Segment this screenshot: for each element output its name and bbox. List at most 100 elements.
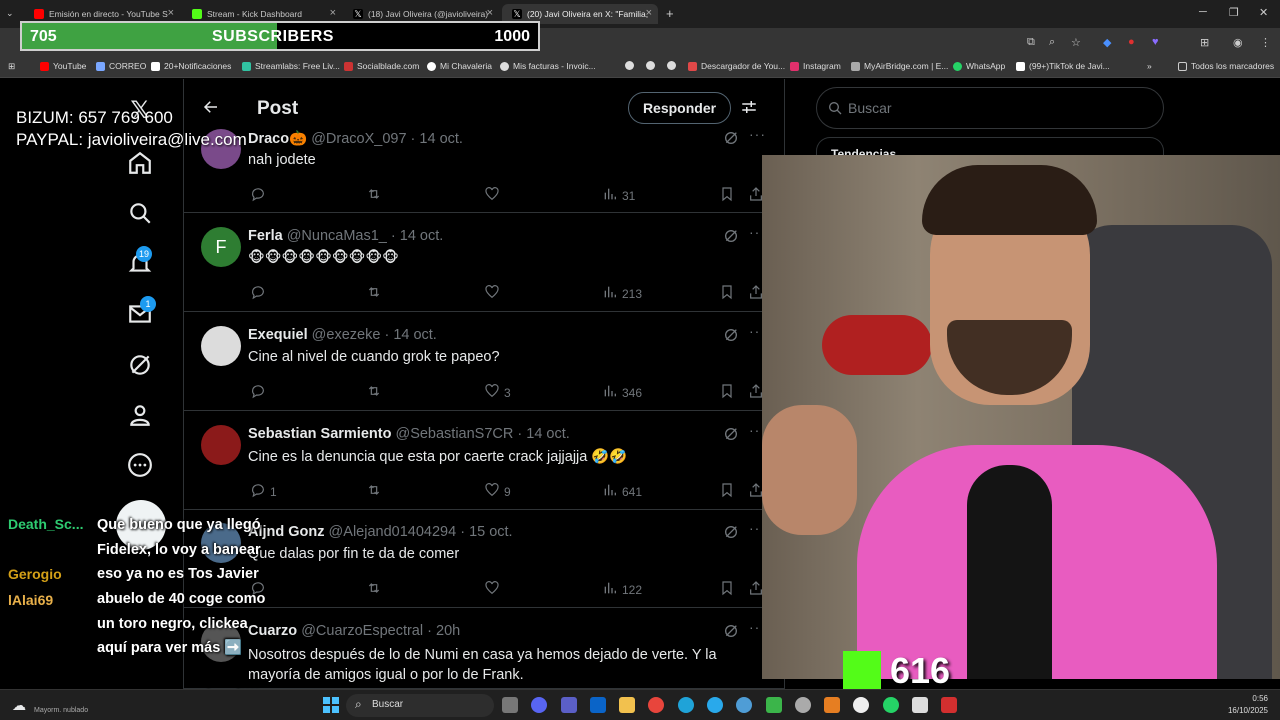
explore-search-icon[interactable] [127,200,153,226]
repost-action[interactable] [366,383,382,402]
tweet-author-name[interactable]: Exequiel [248,327,308,343]
tweet-date[interactable]: 14 oct. [526,426,570,442]
tab-search-icon[interactable]: ⌄ [6,8,14,19]
views-action[interactable]: 122 [602,580,642,599]
tweet[interactable]: Cuarzo @CuarzoEspectral · 20h Nosotros d… [184,609,784,689]
grok-icon[interactable] [723,524,739,540]
whatsapp-icon[interactable] [883,697,899,713]
app-icon[interactable] [824,697,840,713]
settings-gear-icon[interactable] [795,697,811,713]
grok-icon[interactable] [723,327,739,343]
like-action[interactable] [484,284,504,303]
tweet[interactable]: Draco🎃 @DracoX_097 · 14 oct. nah jodete … [184,116,784,213]
bookmark-item[interactable] [625,61,638,70]
tweet-date[interactable]: 14 oct. [419,131,463,147]
tweet-author-handle[interactable]: @SebastianS7CR [395,426,513,442]
app-icon[interactable] [912,697,928,713]
teams-icon[interactable] [561,697,577,713]
tweet[interactable]: Exequiel @exezeke · 14 oct. Cine al nive… [184,313,784,411]
tweet-author-handle[interactable]: @Alejand01404294 [329,524,457,540]
close-icon[interactable]: × [487,7,493,19]
views-action[interactable]: 641 [602,482,642,501]
close-icon[interactable]: × [330,7,336,19]
bookmark-item[interactable]: Socialblade.com [344,61,419,71]
bookmark-item[interactable] [667,61,680,70]
avatar[interactable] [201,425,241,465]
reply-action[interactable] [250,383,270,402]
filter-sliders-icon[interactable] [740,98,758,116]
bookmark-action[interactable] [719,482,735,501]
bookmark-item[interactable]: Descargador de You... [688,61,785,71]
tweet-author-name[interactable]: Sebastian Sarmiento [248,426,391,442]
like-action[interactable]: 9 [484,482,511,501]
repost-action[interactable] [366,284,382,303]
minimize-icon[interactable]: ─ [1199,6,1207,18]
obs-icon[interactable] [853,697,869,713]
grok-icon[interactable] [723,130,739,146]
extensions-puzzle-icon[interactable]: ⊞ [1200,36,1209,49]
views-action[interactable]: 213 [602,284,642,303]
bookmark-item[interactable]: Mi Chavaleria [427,61,492,71]
bookmark-star-icon[interactable]: ☆ [1071,36,1081,49]
apps-icon[interactable]: ⊞ [8,61,15,72]
views-action[interactable]: 346 [602,383,642,402]
window-close-icon[interactable]: ✕ [1259,6,1268,19]
grok-icon[interactable] [127,352,153,378]
chrome-icon[interactable] [648,697,664,713]
extension-icon[interactable]: ● [1128,36,1135,48]
menu-icon[interactable]: ⋮ [1260,36,1271,49]
tweet-author-handle[interactable]: @DracoX_097 [311,131,406,147]
bookmark-item[interactable]: WhatsApp [953,61,1005,71]
file-explorer-icon[interactable] [619,697,635,713]
bookmark-item[interactable]: YouTube [40,61,86,71]
tweet-author-handle[interactable]: @CuarzoEspectral [301,623,423,639]
more-options-icon[interactable] [127,452,153,478]
close-icon[interactable]: × [168,7,174,19]
tweet[interactable]: Sebastian Sarmiento @SebastianS7CR · 14 … [184,412,784,510]
telegram-icon[interactable] [707,697,723,713]
avatar[interactable] [201,326,241,366]
weather-icon[interactable]: ☁ [12,697,26,714]
bookmark-item[interactable]: (99+)TikTok de Javi... [1016,61,1110,71]
bookmark-item[interactable] [646,61,659,70]
tweet-author-name[interactable]: Ferla [248,228,283,244]
profile-avatar[interactable]: ◉ [1233,36,1243,49]
tweet-date[interactable]: 20h [436,623,460,639]
bookmark-action[interactable] [719,580,735,599]
repost-action[interactable] [366,580,382,599]
back-arrow-icon[interactable] [202,98,220,116]
extension-icon[interactable]: ◆ [1103,36,1111,49]
bookmark-item[interactable]: CORREO [96,61,146,71]
more-options-icon[interactable]: ··· [749,126,766,142]
repost-action[interactable] [366,482,382,501]
bookmark-item[interactable]: Streamlabs: Free Liv... [242,61,340,71]
avatar[interactable]: F [201,227,241,267]
grok-icon[interactable] [723,623,739,639]
reply-action[interactable] [250,186,270,205]
like-action[interactable] [484,186,504,205]
tweet[interactable]: F Ferla @NuncaMas1_ · 14 oct. 🐵🐵🐵🐵🐵🐵🐵🐵🐵 … [184,214,784,312]
views-action[interactable]: 31 [602,186,635,205]
like-action[interactable]: 3 [484,383,511,402]
repost-action[interactable] [366,186,382,205]
tweet-author-name[interactable]: Draco🎃 [248,131,307,147]
tweet-author-handle[interactable]: @exezeke [312,327,381,343]
bookmark-item[interactable]: Mis facturas - Invoic... [500,61,596,71]
discord-icon[interactable] [531,697,547,713]
outlook-icon[interactable] [590,697,606,713]
search-input[interactable]: Buscar [816,87,1164,129]
green-app-icon[interactable] [766,697,782,713]
reply-action[interactable] [250,284,270,303]
more-bookmarks-icon[interactable]: » [1147,61,1152,71]
windows-start-icon[interactable] [323,697,339,713]
bookmark-item[interactable]: MyAirBridge.com | E... [851,61,948,71]
bookmark-action[interactable] [719,383,735,402]
tweet-date[interactable]: 14 oct. [400,228,444,244]
bookmarks-folder[interactable]: Todos los marcadores [1178,61,1274,71]
zoom-icon[interactable]: ⌕ [1049,36,1055,49]
home-icon[interactable] [127,150,153,176]
acrobat-icon[interactable] [941,697,957,713]
close-icon[interactable]: × [646,7,652,19]
extension-icon[interactable]: ♥ [1152,36,1159,48]
new-tab-button[interactable]: + [666,6,674,21]
